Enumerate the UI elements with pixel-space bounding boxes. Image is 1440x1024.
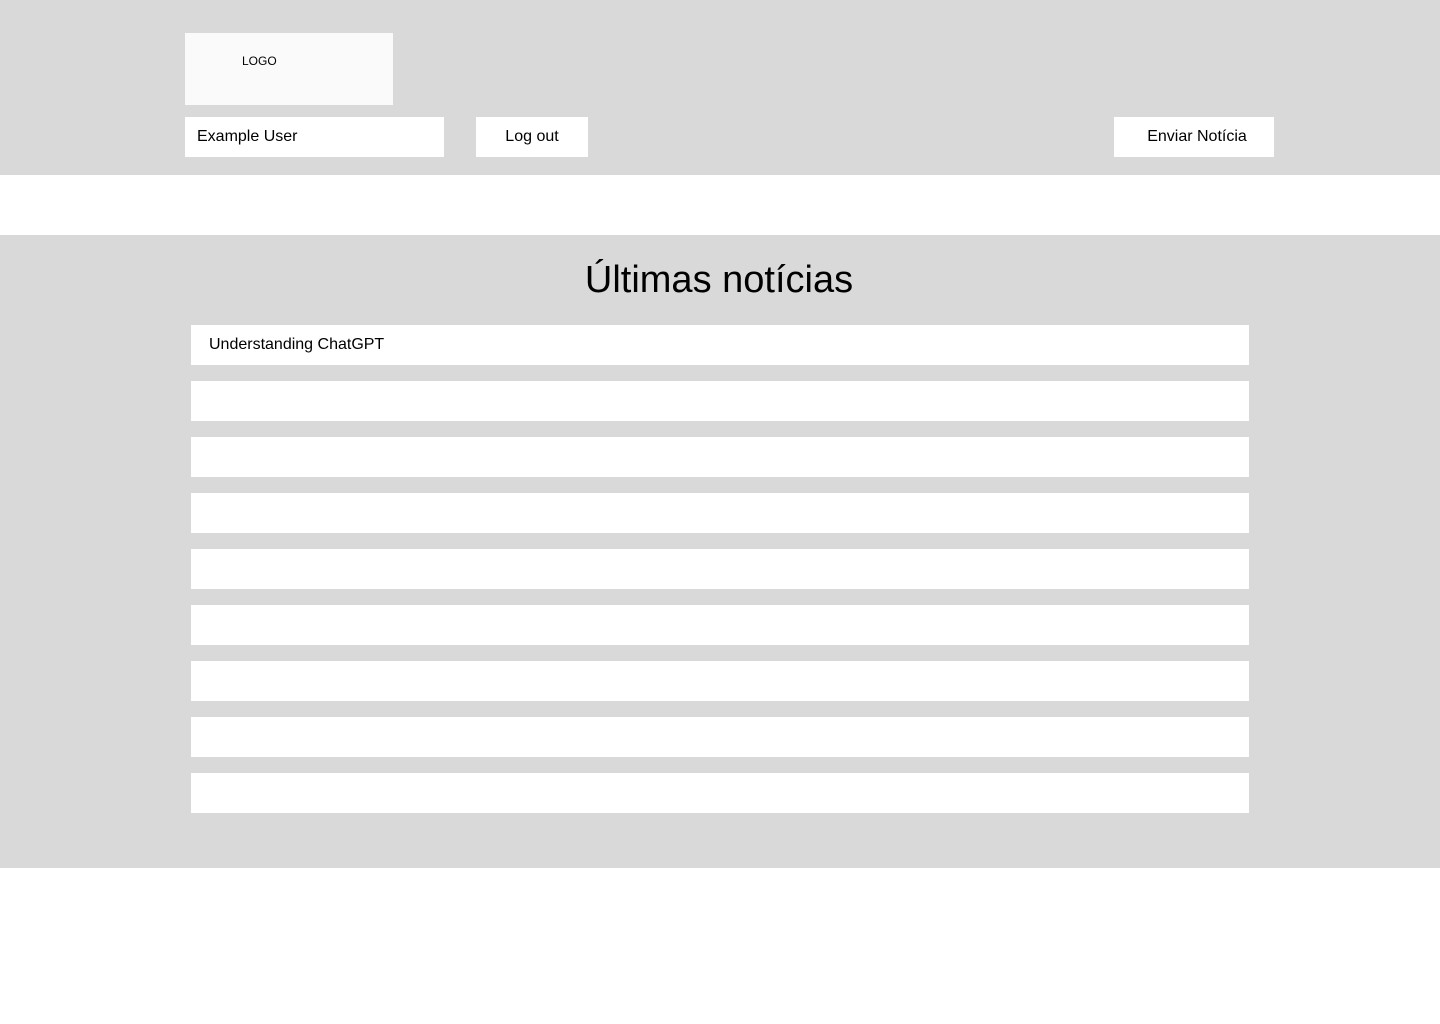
news-item[interactable] [191,437,1249,477]
news-item[interactable]: Understanding ChatGPT [191,325,1249,365]
news-item[interactable] [191,605,1249,645]
logout-button[interactable]: Log out [476,117,588,157]
news-item[interactable] [191,661,1249,701]
news-item[interactable] [191,549,1249,589]
latest-news-section: Últimas notícias Understanding ChatGPT [0,235,1440,868]
user-name-field[interactable]: Example User [185,117,444,157]
header: LOGO Example User Log out Enviar Notícia [0,0,1440,175]
logo-label: LOGO [242,54,277,68]
news-item[interactable] [191,717,1249,757]
latest-news-title: Últimas notícias [584,259,854,301]
news-item[interactable] [191,493,1249,533]
news-item[interactable] [191,381,1249,421]
send-news-button[interactable]: Enviar Notícia [1114,117,1274,157]
news-list: Understanding ChatGPT [191,325,1249,829]
logo: LOGO [185,33,393,105]
news-item[interactable] [191,773,1249,813]
